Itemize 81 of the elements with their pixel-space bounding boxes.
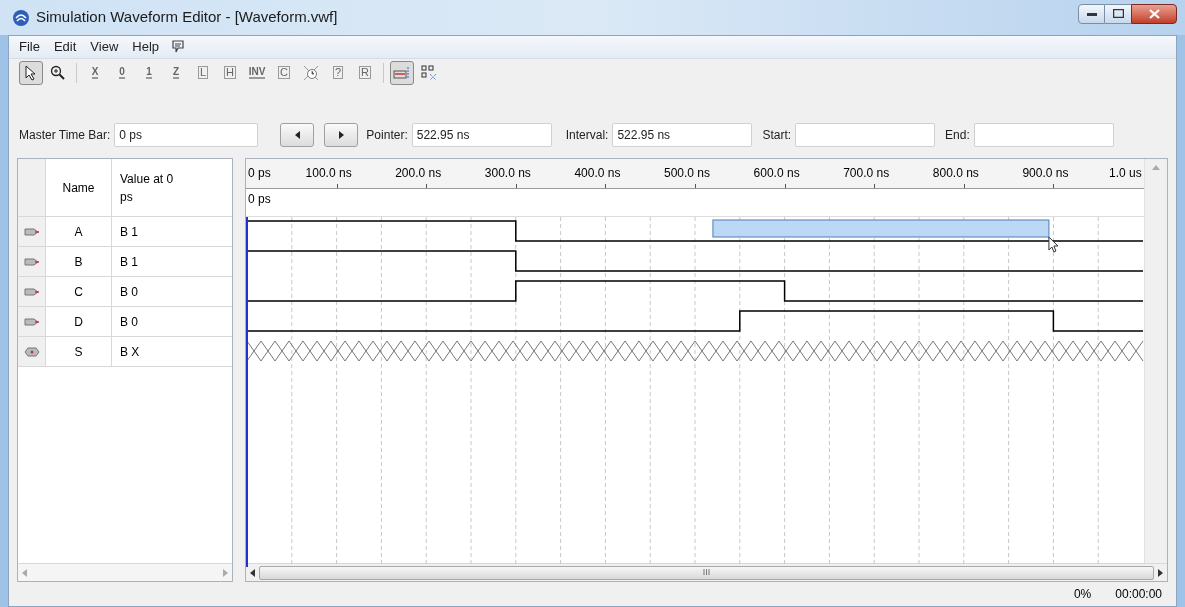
snap-grid-icon bbox=[393, 65, 411, 80]
input-pin-icon bbox=[23, 286, 40, 297]
tick-label: 700.0 ns bbox=[843, 165, 890, 182]
next-button[interactable] bbox=[324, 123, 359, 147]
grid-icon bbox=[421, 64, 437, 81]
menu-item[interactable]: File bbox=[13, 37, 46, 57]
app-logo-icon bbox=[12, 8, 30, 27]
minimize-icon bbox=[1086, 11, 1097, 16]
maximize-button[interactable] bbox=[1105, 3, 1131, 24]
tick-label: 400.0 ns bbox=[574, 165, 621, 182]
signal-name: C bbox=[74, 283, 83, 301]
scroll-right-icon[interactable] bbox=[1158, 568, 1163, 577]
toolbar-button[interactable]: H bbox=[218, 60, 242, 85]
toolbar-button[interactable]: 0 bbox=[110, 60, 134, 85]
toolbar-button[interactable]: Z bbox=[164, 60, 188, 85]
text-field[interactable] bbox=[795, 123, 936, 147]
text-field[interactable]: 522.95 ns bbox=[612, 123, 753, 147]
tick-label: 900.0 ns bbox=[1022, 165, 1069, 182]
grip-mark: III bbox=[702, 568, 711, 577]
mouse-cursor-icon bbox=[1048, 236, 1059, 253]
field-label: Master Time Bar: bbox=[19, 127, 111, 144]
input-pin-icon bbox=[23, 256, 40, 267]
left-arrow-icon bbox=[294, 131, 300, 139]
field-label: Pointer: bbox=[366, 127, 408, 144]
right-arrow-icon bbox=[338, 131, 344, 139]
field-label: Start: bbox=[762, 127, 792, 144]
zoom-icon bbox=[50, 64, 66, 81]
status-text: 00:00:00 bbox=[1115, 586, 1162, 603]
master-time-label: 0 ps bbox=[248, 191, 271, 208]
toolbar-button[interactable]: L bbox=[191, 60, 215, 85]
toolbar-button[interactable]: R bbox=[353, 60, 377, 85]
field-label: End: bbox=[945, 127, 970, 144]
field-label: Interval: bbox=[565, 127, 609, 144]
close-icon bbox=[1148, 8, 1160, 19]
menu-item[interactable]: Help bbox=[126, 37, 166, 57]
speech-bubble-icon[interactable] bbox=[171, 40, 186, 54]
signal-name: B bbox=[74, 253, 83, 271]
stopwatch-icon bbox=[303, 64, 319, 81]
scroll-thumb[interactable]: III bbox=[259, 565, 1154, 580]
signal-value: B 1 bbox=[120, 223, 138, 241]
signal-name: A bbox=[74, 223, 83, 241]
toolbar-button[interactable]: INV bbox=[245, 60, 269, 85]
signal-value: B 0 bbox=[120, 283, 138, 301]
menu-item[interactable]: View bbox=[84, 37, 125, 57]
toolbar-button[interactable]: X bbox=[83, 60, 107, 85]
input-pin-icon bbox=[23, 226, 40, 237]
signal-name: S bbox=[74, 343, 83, 361]
signal-name: D bbox=[74, 313, 83, 331]
signal-value: B 0 bbox=[120, 313, 138, 331]
tick-label: 800.0 ns bbox=[932, 165, 979, 182]
toolbar-button[interactable]: 1 bbox=[137, 60, 161, 85]
toolbar-button[interactable]: ? bbox=[326, 60, 350, 85]
toolbar-button[interactable] bbox=[19, 60, 43, 85]
window-title: Simulation Waveform Editor - [Waveform.vwf] bbox=[36, 7, 338, 28]
tick-label: 500.0 ns bbox=[664, 165, 711, 182]
tick-label: 300.0 ns bbox=[484, 165, 531, 182]
minimize-button[interactable] bbox=[1078, 3, 1105, 24]
close-button[interactable] bbox=[1131, 3, 1177, 24]
text-field[interactable] bbox=[973, 123, 1114, 147]
horizontal-scrollbar[interactable]: III bbox=[246, 563, 1167, 581]
column-header: Name bbox=[62, 179, 95, 197]
pointer-icon bbox=[24, 64, 38, 81]
tick-label: 200.0 ns bbox=[395, 165, 442, 182]
output-pin-icon bbox=[23, 346, 40, 357]
tick-label: 100.0 ns bbox=[305, 165, 352, 182]
scroll-left-icon[interactable] bbox=[250, 568, 255, 577]
previous-button[interactable] bbox=[280, 123, 315, 147]
input-pin-icon bbox=[23, 316, 40, 327]
column-header: Value at 0 ps bbox=[120, 170, 175, 206]
menu-item[interactable]: Edit bbox=[47, 37, 83, 57]
text-field[interactable]: 0 ps bbox=[114, 123, 259, 147]
vertical-scrollbar[interactable] bbox=[1144, 159, 1167, 563]
text-field[interactable]: 522.95 ns bbox=[411, 123, 552, 147]
tick-label: 0 ps bbox=[248, 165, 271, 182]
signal-value: B 1 bbox=[120, 253, 138, 271]
toolbar-button[interactable]: C bbox=[272, 60, 296, 85]
tick-label: 1.0 us bbox=[1109, 165, 1142, 182]
status-text: 0% bbox=[1073, 586, 1092, 603]
signal-value: B X bbox=[120, 343, 140, 361]
tick-label: 600.0 ns bbox=[753, 165, 800, 182]
maximize-icon bbox=[1112, 9, 1124, 18]
